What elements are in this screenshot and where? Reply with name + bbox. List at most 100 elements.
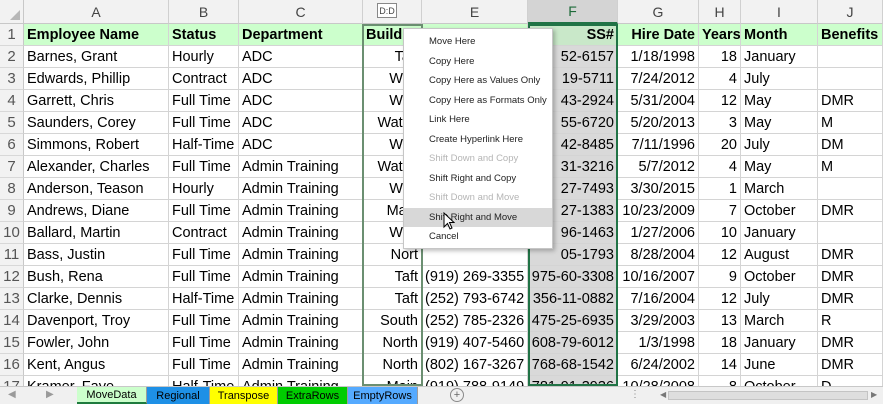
table-cell[interactable]: June [741, 354, 818, 376]
table-cell[interactable]: 12 [699, 90, 741, 112]
table-cell[interactable]: Main [363, 376, 422, 386]
table-cell[interactable]: 12 [699, 244, 741, 266]
triangle-left-icon[interactable]: ◀ [8, 389, 16, 400]
table-cell[interactable]: July [741, 288, 818, 310]
row-header[interactable]: 6 [0, 134, 24, 156]
table-cell[interactable]: 975-60-3308 [528, 266, 618, 288]
table-cell[interactable]: 5/20/2013 [618, 112, 699, 134]
table-cell[interactable]: 13 [699, 310, 741, 332]
table-cell[interactable]: 6/24/2002 [618, 354, 699, 376]
table-cell[interactable]: Full Time [169, 244, 239, 266]
table-cell[interactable]: R [818, 310, 883, 332]
table-cell[interactable]: Full Time [169, 90, 239, 112]
table-cell[interactable]: DM [818, 134, 883, 156]
table-cell[interactable]: Admin Training [239, 222, 363, 244]
row-header[interactable]: 16 [0, 354, 24, 376]
table-cell[interactable]: Admin Training [239, 266, 363, 288]
table-cell[interactable]: DMR [818, 200, 883, 222]
table-cell[interactable]: 1 [699, 178, 741, 200]
table-cell[interactable]: Half-Time [169, 134, 239, 156]
table-cell[interactable]: ADC [239, 90, 363, 112]
table-cell[interactable]: 7/24/2012 [618, 68, 699, 90]
table-cell[interactable]: 5/31/2004 [618, 90, 699, 112]
column-header-b[interactable]: B [169, 0, 239, 24]
table-cell[interactable]: Bush, Rena [24, 266, 169, 288]
row-header[interactable]: 15 [0, 332, 24, 354]
row-header[interactable]: 2 [0, 46, 24, 68]
table-cell[interactable]: Contract [169, 68, 239, 90]
menu-item-shift-right-and-move[interactable]: Shift Right and Move [404, 207, 552, 227]
table-cell[interactable]: DMR [818, 244, 883, 266]
table-cell[interactable]: 3 [699, 112, 741, 134]
table-cell[interactable]: January [741, 46, 818, 68]
sheet-tab-extrarows[interactable]: ExtraRows [278, 387, 348, 404]
table-cell[interactable]: Andrews, Diane [24, 200, 169, 222]
menu-item-move-here[interactable]: Move Here [404, 32, 552, 52]
table-cell[interactable]: (252) 785-2326 [422, 310, 528, 332]
table-cell[interactable]: ADC [239, 68, 363, 90]
table-cell[interactable]: 356-11-0882 [528, 288, 618, 310]
row-header[interactable]: 10 [0, 222, 24, 244]
sheet-tab-transpose[interactable]: Transpose [210, 387, 278, 404]
table-cell[interactable] [818, 222, 883, 244]
table-cell[interactable]: Full Time [169, 332, 239, 354]
row-header[interactable]: 14 [0, 310, 24, 332]
table-cell[interactable]: ADC [239, 46, 363, 68]
table-cell[interactable]: 8 [699, 376, 741, 386]
row-header[interactable]: 8 [0, 178, 24, 200]
table-cell[interactable]: March [741, 310, 818, 332]
select-all-corner[interactable] [0, 0, 24, 24]
table-cell[interactable]: 10/28/2008 [618, 376, 699, 386]
table-cell[interactable]: October [741, 376, 818, 386]
table-cell[interactable]: Edwards, Phillip [24, 68, 169, 90]
table-cell[interactable]: Admin Training [239, 178, 363, 200]
table-cell[interactable]: 12 [699, 288, 741, 310]
table-cell[interactable]: 1/3/1998 [618, 332, 699, 354]
table-cell[interactable]: 3/29/2003 [618, 310, 699, 332]
table-cell[interactable]: Hourly [169, 46, 239, 68]
column-header-j[interactable]: J [818, 0, 883, 24]
column-title-cell[interactable]: Month [741, 24, 818, 46]
row-header[interactable]: 3 [0, 68, 24, 90]
row-header[interactable]: 11 [0, 244, 24, 266]
table-cell[interactable]: 475-25-6935 [528, 310, 618, 332]
scroll-left-icon[interactable]: ◀ [660, 390, 666, 399]
table-cell[interactable]: DMR [818, 354, 883, 376]
table-cell[interactable]: 10/16/2007 [618, 266, 699, 288]
table-cell[interactable]: Admin Training [239, 244, 363, 266]
table-cell[interactable]: Ballard, Martin [24, 222, 169, 244]
table-cell[interactable]: M [818, 112, 883, 134]
table-cell[interactable]: May [741, 90, 818, 112]
sheet-tab-movedata[interactable]: MoveData [77, 387, 147, 404]
table-cell[interactable]: DMR [818, 90, 883, 112]
menu-item-link-here[interactable]: Link Here [404, 110, 552, 130]
table-cell[interactable] [818, 68, 883, 90]
row-header[interactable]: 12 [0, 266, 24, 288]
row-header[interactable]: 7 [0, 156, 24, 178]
sheet-tab-emptyrows[interactable]: EmptyRows [348, 387, 418, 404]
table-cell[interactable]: May [741, 156, 818, 178]
table-cell[interactable]: Anderson, Teason [24, 178, 169, 200]
table-cell[interactable]: 18 [699, 46, 741, 68]
table-cell[interactable]: Alexander, Charles [24, 156, 169, 178]
table-cell[interactable]: 1/18/1998 [618, 46, 699, 68]
column-title-cell[interactable]: Employee Name [24, 24, 169, 46]
table-cell[interactable]: ADC [239, 134, 363, 156]
table-cell[interactable]: Half-Time [169, 376, 239, 386]
table-cell[interactable]: Fowler, John [24, 332, 169, 354]
table-cell[interactable]: Full Time [169, 112, 239, 134]
table-cell[interactable]: (252) 793-6742 [422, 288, 528, 310]
table-cell[interactable]: January [741, 222, 818, 244]
table-cell[interactable] [818, 178, 883, 200]
table-cell[interactable]: DMR [818, 266, 883, 288]
table-cell[interactable]: Kramer, Faye [24, 376, 169, 386]
table-cell[interactable]: North [363, 332, 422, 354]
table-cell[interactable]: DMR [818, 288, 883, 310]
table-cell[interactable]: March [741, 178, 818, 200]
column-title-cell[interactable]: Hire Date [618, 24, 699, 46]
row-header[interactable]: 17 [0, 376, 24, 386]
triangle-right-icon[interactable]: ▶ [46, 389, 54, 400]
plus-icon[interactable]: + [450, 388, 464, 402]
column-header-g[interactable]: G [618, 0, 699, 24]
table-cell[interactable]: Admin Training [239, 376, 363, 386]
